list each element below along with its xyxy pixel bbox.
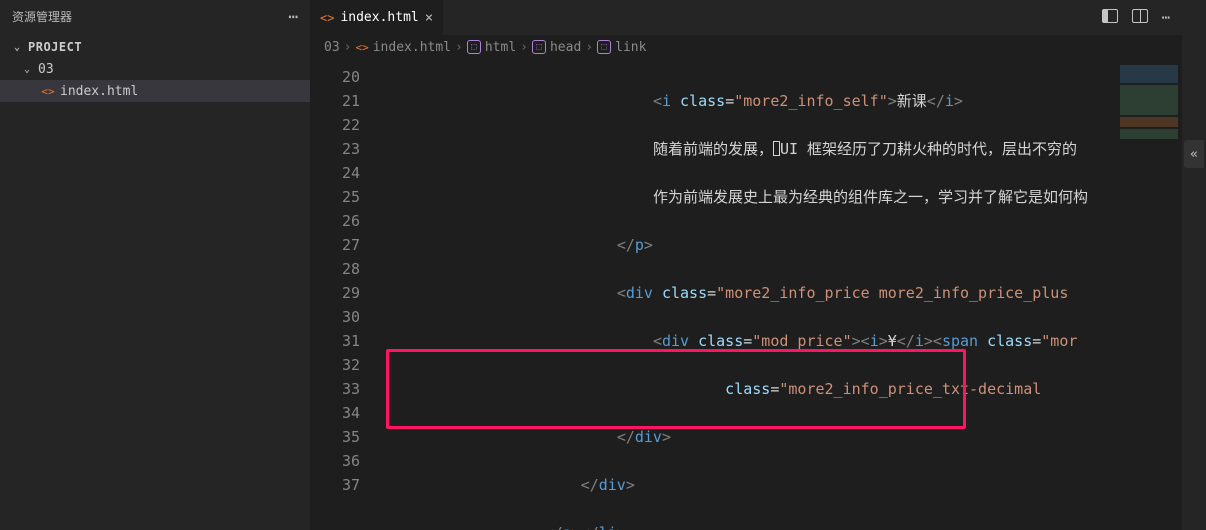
minimap-region [1120, 117, 1178, 127]
open-preview-icon[interactable] [1102, 9, 1118, 27]
close-icon[interactable]: × [425, 10, 433, 26]
breadcrumb-item: ⬚head [532, 40, 581, 55]
split-editor-icon[interactable] [1132, 9, 1148, 27]
html-file-icon: <> [320, 11, 334, 25]
file-tree: ⌄ PROJECT ⌄ 03 <> index.html [0, 32, 310, 102]
folder-item[interactable]: ⌄ 03 [0, 58, 310, 80]
breadcrumb-item: <>index.html [355, 40, 451, 55]
explorer-more-icon[interactable]: ⋯ [288, 7, 298, 26]
chevron-down-icon: ⌄ [14, 42, 24, 53]
chevron-right-icon: › [344, 40, 352, 55]
text-cursor [773, 141, 780, 156]
breadcrumb[interactable]: 03 › <>index.html › ⬚html › ⬚head › ⬚lin… [310, 35, 1182, 59]
explorer-header: 资源管理器 ⋯ [0, 0, 310, 32]
tab-actions: ⋯ [1090, 0, 1182, 35]
folder-label: 03 [38, 62, 54, 77]
file-item[interactable]: <> index.html [0, 80, 310, 102]
minimap-region [1120, 85, 1178, 115]
editor-more-icon[interactable]: ⋯ [1162, 10, 1170, 26]
project-label: PROJECT [28, 40, 82, 54]
explorer-title: 资源管理器 [12, 8, 72, 25]
symbol-icon: ⬚ [597, 40, 611, 54]
line-number-gutter: 202122232425262728293031323334353637 [310, 59, 382, 530]
symbol-icon: ⬚ [467, 40, 481, 54]
collapsed-panel: « [1182, 0, 1206, 530]
project-root[interactable]: ⌄ PROJECT [0, 36, 310, 58]
minimap-region [1120, 129, 1178, 139]
tab-indexhtml[interactable]: <> index.html × [310, 0, 444, 35]
code-content[interactable]: <i class="more2_info_self">新课</i> 随着前端的发… [382, 59, 1116, 530]
file-label: index.html [60, 84, 138, 99]
tab-label: index.html [340, 10, 418, 25]
breadcrumb-item: ⬚html [467, 40, 516, 55]
symbol-icon: ⬚ [532, 40, 546, 54]
chevron-right-icon: › [520, 40, 528, 55]
chevron-right-icon: › [585, 40, 593, 55]
editor-area: <> index.html × ⋯ 03 › <>index.html › ⬚h… [310, 0, 1182, 530]
minimap-region [1120, 65, 1178, 83]
breadcrumb-item: 03 [324, 40, 340, 55]
html-file-icon: <> [40, 85, 56, 98]
explorer-sidebar: 资源管理器 ⋯ ⌄ PROJECT ⌄ 03 <> index.html [0, 0, 310, 530]
tab-bar: <> index.html × ⋯ [310, 0, 1182, 35]
breadcrumb-item: ⬚link [597, 40, 646, 55]
expand-panel-button[interactable]: « [1184, 140, 1204, 168]
minimap[interactable] [1116, 59, 1182, 530]
chevron-down-icon: ⌄ [24, 64, 34, 75]
chevron-right-icon: › [455, 40, 463, 55]
html-file-icon: <> [355, 41, 368, 54]
code-editor[interactable]: 202122232425262728293031323334353637 <i … [310, 59, 1182, 530]
